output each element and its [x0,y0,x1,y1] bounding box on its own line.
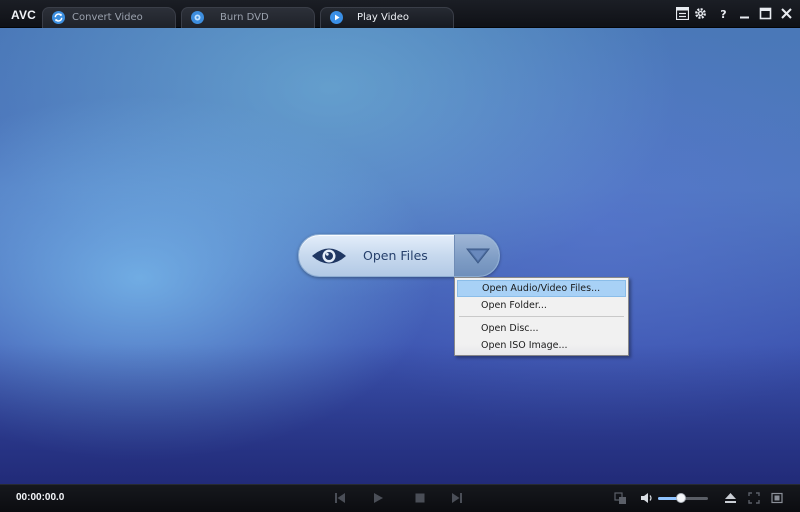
tab-burn-dvd[interactable]: Burn DVD [181,7,315,28]
play-circle-icon [330,11,343,24]
play-icon[interactable] [371,491,385,505]
snapshot-icon[interactable] [613,491,627,505]
film-strip-icon[interactable] [770,491,784,505]
next-icon[interactable] [450,491,464,505]
volume-knob[interactable] [676,493,686,503]
previous-icon[interactable] [333,491,347,505]
menu-separator [459,316,624,317]
tab-play-video[interactable]: Play Video [320,7,454,28]
title-bar: AVC Convert Video Burn DVD Play Video ? [0,0,800,28]
video-stage[interactable]: Open Files Open Audio/Video Files... Ope… [0,28,800,484]
volume-icon[interactable] [640,491,654,505]
eye-icon [311,243,347,273]
menu-item-open-iso-image[interactable]: Open ISO Image... [457,337,626,354]
stop-icon[interactable] [413,491,427,505]
eject-icon[interactable] [723,491,737,505]
menu-item-open-audio-video-files[interactable]: Open Audio/Video Files... [457,280,626,297]
tab-convert-video[interactable]: Convert Video [42,7,176,28]
player-control-bar: 00:00:00.0 [0,484,800,512]
disc-icon [191,11,204,24]
menu-list-icon[interactable] [675,6,690,21]
open-files-label: Open Files [363,248,428,263]
fullscreen-icon[interactable] [747,491,761,505]
open-files-menu: Open Audio/Video Files... Open Folder...… [454,277,629,356]
tab-label: Convert Video [72,12,143,23]
menu-item-open-disc[interactable]: Open Disc... [457,320,626,337]
open-files-dropdown-button[interactable] [454,235,499,276]
help-icon[interactable]: ? [716,6,731,21]
triangle-down-icon [465,248,491,268]
svg-text:?: ? [720,8,726,20]
close-icon[interactable] [779,6,794,21]
app-logo: AVC [11,8,37,22]
open-files-button[interactable]: Open Files [299,235,454,276]
timecode: 00:00:00.0 [16,492,65,503]
menu-item-open-folder[interactable]: Open Folder... [457,297,626,314]
open-files-split-button: Open Files [298,234,500,277]
minimize-icon[interactable] [737,6,752,21]
gear-icon[interactable] [693,6,708,21]
tab-label: Burn DVD [220,12,269,23]
volume-slider[interactable] [658,493,708,503]
tab-label: Play Video [357,12,410,23]
convert-icon [52,11,65,24]
maximize-icon[interactable] [758,6,773,21]
